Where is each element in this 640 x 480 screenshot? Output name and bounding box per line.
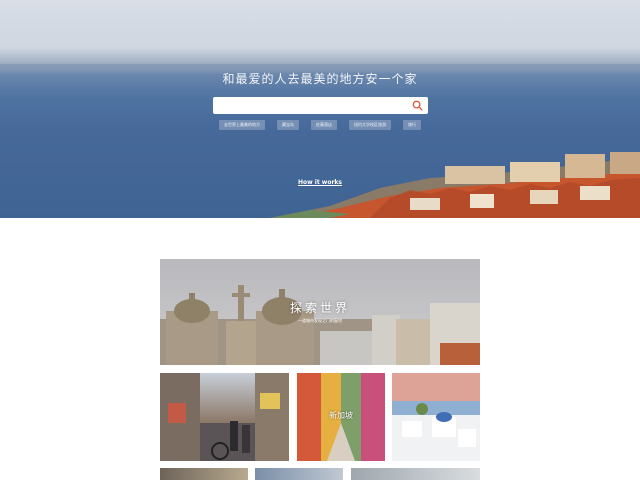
tag-item[interactable]: 佐藤酒店 [311,120,337,130]
hero-title: 和最爱的人去最美的地方安一个家 [222,72,418,86]
island-photo [392,373,480,461]
tag-item[interactable]: 旅行 [403,120,421,130]
tag-item[interactable]: 藏宝岛 [277,120,299,130]
hero-banner: 和最爱的人去最美的地方安一个家 去世界上最美的地方 藏宝岛 佐藤酒店 纽约大学校… [0,0,640,218]
destination-tile[interactable] [160,468,248,480]
explore-title: 探索世界 [289,301,350,315]
street-photo [160,373,289,461]
destination-tile-street[interactable] [160,373,289,461]
tag-item[interactable]: 纽约大学校区旅游 [349,120,391,130]
search-input[interactable] [213,97,408,114]
destination-tile-santorini[interactable] [392,373,480,461]
tag-list: 去世界上最美的地方 藏宝岛 佐藤酒店 纽约大学校区旅游 旅行 [0,120,640,130]
how-it-works-link[interactable]: How it works [0,179,640,186]
tile-label: 新加坡 [329,411,353,420]
tag-item[interactable]: 去世界上最美的地方 [219,120,265,130]
search-box[interactable] [213,97,428,114]
destination-tile[interactable] [255,468,343,480]
search-icon[interactable] [412,100,423,111]
destination-tile[interactable] [351,468,480,480]
explore-subtitle: 一道城市发现之门的窗帘 [298,318,342,323]
